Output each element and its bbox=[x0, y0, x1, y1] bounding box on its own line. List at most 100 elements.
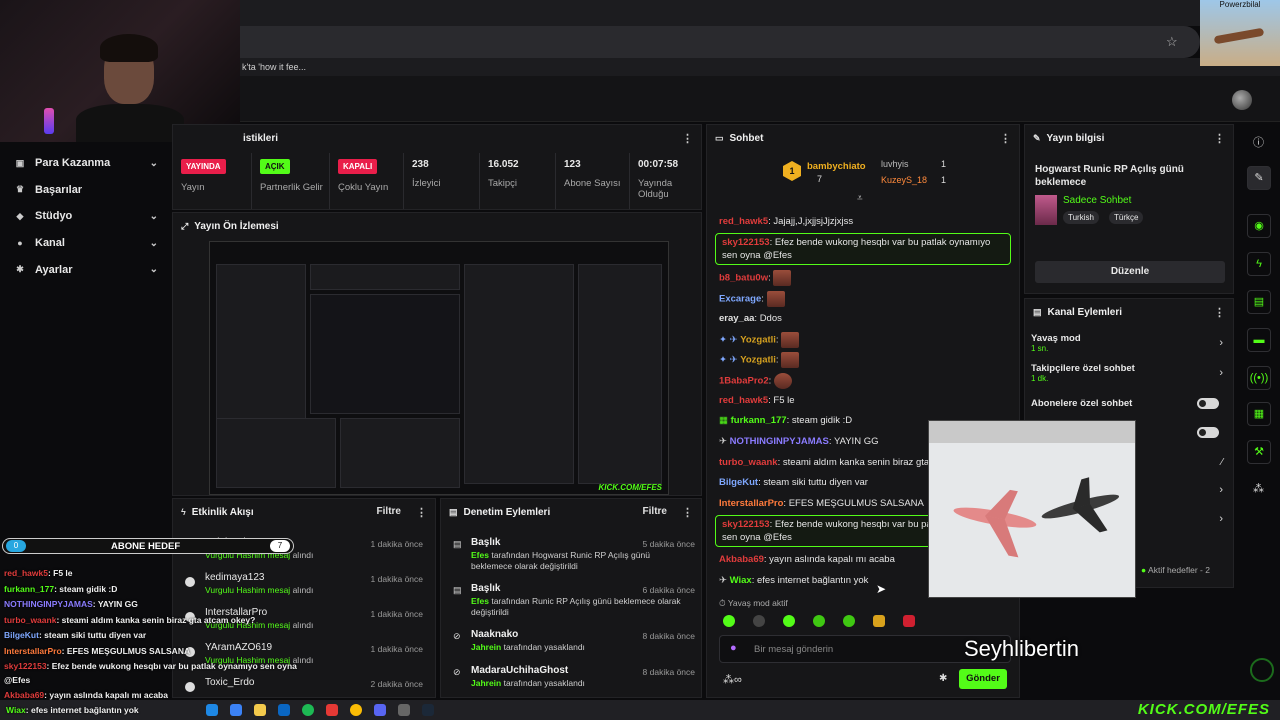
sidebar-item-studyo[interactable]: ◆ Stüdyo ⌄ bbox=[0, 203, 170, 230]
activity-time: 1 dakika önce bbox=[370, 539, 423, 549]
overlay-line: Akbaba69: yayın aslında kapalı mı acaba bbox=[4, 690, 168, 700]
stat-value: 00:07:58 bbox=[638, 159, 679, 170]
emote-button[interactable] bbox=[813, 615, 825, 627]
sidebar-item-para-kazanma[interactable]: ▣ Para Kazanma ⌄ bbox=[0, 150, 170, 177]
wrench-icon[interactable]: ⚒ bbox=[1247, 440, 1271, 464]
bookmark-link[interactable]: k'ta 'how it fee... bbox=[242, 62, 306, 72]
leader-name[interactable]: bambychiato bbox=[807, 161, 866, 172]
stat-label: Yayında Olduğu bbox=[638, 178, 673, 200]
steam-icon[interactable] bbox=[422, 704, 434, 716]
emote-button[interactable] bbox=[783, 615, 795, 627]
corner-cam: Powerzbilal bbox=[1200, 0, 1280, 66]
filter-button[interactable]: Filtre bbox=[377, 506, 401, 517]
moderation-desc: Efes tarafından Runic RP Açılış günü bek… bbox=[471, 596, 681, 617]
active-goals[interactable]: ● Aktif hedefler - 2 bbox=[1141, 565, 1210, 575]
stream-preview-video[interactable]: KICK.COM/EFES bbox=[209, 241, 669, 495]
mic-icon[interactable]: ● bbox=[730, 642, 737, 654]
chart-icon[interactable]: ⁄ bbox=[1221, 457, 1223, 468]
collapse-icon[interactable]: ⩡ bbox=[857, 193, 863, 204]
send-button[interactable]: Gönder bbox=[959, 669, 1007, 689]
toggle-switch[interactable] bbox=[1197, 398, 1219, 409]
corner-cam-label: Powerzbilal bbox=[1219, 0, 1261, 9]
outlook-icon[interactable] bbox=[278, 704, 290, 716]
emote bbox=[781, 332, 800, 348]
stat-abone: 123 Abone Sayısı bbox=[555, 153, 627, 209]
folder-icon[interactable] bbox=[254, 704, 266, 716]
sidebar-item-kanal[interactable]: ● Kanal ⌄ bbox=[0, 230, 170, 257]
more-icon[interactable]: ⋮ bbox=[416, 506, 427, 519]
infinity-icon[interactable]: ⁂∞ bbox=[723, 673, 742, 686]
chat-icon[interactable]: ▬ bbox=[1247, 328, 1271, 352]
sidebar-item-basarilar[interactable]: ♛ Başarılar bbox=[0, 177, 170, 204]
app-icon[interactable] bbox=[326, 704, 338, 716]
broadcast-icon[interactable]: ((•)) bbox=[1247, 366, 1271, 390]
chevron-down-icon: ⌄ bbox=[149, 237, 158, 249]
app-icon[interactable] bbox=[230, 704, 242, 716]
more-icon[interactable]: ⋮ bbox=[682, 506, 693, 519]
activity-time: 2 dakika önce bbox=[370, 679, 423, 689]
panel-title: Yayın Ön İzlemesi bbox=[194, 220, 279, 232]
app-icon[interactable] bbox=[398, 704, 410, 716]
moderation-row: ⊘ Naaknako Jahrein tarafından yasaklandı 8 … bbox=[449, 629, 697, 659]
stat-value: 238 bbox=[412, 159, 429, 170]
more-icon[interactable]: ⋮ bbox=[1214, 306, 1225, 319]
sub-badge-icon: ▦ bbox=[719, 415, 728, 426]
sub-goal-current: 0 bbox=[6, 540, 26, 552]
star-icon[interactable]: ☆ bbox=[1166, 34, 1178, 50]
tag-chip[interactable]: Turkish bbox=[1063, 211, 1099, 224]
overlay-line: red_hawk5: F5 le bbox=[4, 568, 73, 578]
channel-action-slow-mode[interactable]: Yavaş mod 1 sn. › bbox=[1031, 333, 1227, 359]
corner-cam-figure bbox=[1213, 27, 1265, 45]
spotify-icon[interactable] bbox=[302, 704, 314, 716]
apps-icon[interactable]: ⁂ bbox=[1253, 482, 1264, 495]
emote-button[interactable] bbox=[873, 615, 885, 627]
more-icon[interactable]: ⋮ bbox=[682, 132, 693, 145]
moderation-row: ▤ Başlık Efes tarafından Runic RP Açılış g… bbox=[449, 583, 697, 621]
leader-count: 7 bbox=[817, 174, 823, 184]
discord-icon[interactable] bbox=[374, 704, 386, 716]
list-icon: ▤ bbox=[1033, 306, 1042, 317]
camera-icon[interactable]: ◉ bbox=[1247, 214, 1271, 238]
sidebar-item-ayarlar[interactable]: ✱ Ayarlar ⌄ bbox=[0, 256, 170, 283]
moderation-desc: Jahrein tarafından yasaklandı bbox=[471, 642, 585, 652]
toggle-switch[interactable] bbox=[1197, 427, 1219, 438]
avatar[interactable] bbox=[1232, 90, 1252, 110]
document-icon[interactable]: ▤ bbox=[1247, 290, 1271, 314]
channel-action-followers[interactable]: Takipçilere özel sohbet 1 dk. › bbox=[1031, 363, 1227, 389]
chrome-icon[interactable] bbox=[350, 704, 362, 716]
info-icon[interactable]: ⓘ bbox=[1253, 134, 1264, 150]
sub-goal-label: ABONE HEDEF bbox=[111, 541, 181, 552]
leader-name[interactable]: KuzeyS_18 bbox=[881, 175, 927, 185]
stat-label: Partnerlik Gelir bbox=[260, 182, 323, 193]
edit-icon[interactable]: ✎ bbox=[1247, 166, 1271, 190]
leader-name[interactable]: luvhyis bbox=[881, 159, 909, 169]
emote-button[interactable] bbox=[903, 615, 915, 627]
gear-icon[interactable]: ✱ bbox=[939, 673, 947, 684]
sidebar-item-label: Kanal bbox=[35, 237, 65, 250]
bolt-icon[interactable]: ϟ bbox=[1247, 252, 1271, 276]
more-icon[interactable]: ⋮ bbox=[1000, 132, 1011, 145]
chevron-right-icon[interactable]: › bbox=[1219, 513, 1223, 525]
emote-button[interactable] bbox=[723, 615, 735, 627]
address-bar[interactable] bbox=[180, 26, 1200, 58]
edit-button[interactable]: Düzenle bbox=[1035, 261, 1225, 283]
edge-icon[interactable] bbox=[206, 704, 218, 716]
stat-sure: 00:07:58 Yayında Olduğu bbox=[629, 153, 701, 209]
stat-label: Takipçi bbox=[488, 178, 518, 189]
tag-chip[interactable]: Türkçe bbox=[1109, 211, 1144, 224]
filter-button[interactable]: Filtre bbox=[643, 506, 667, 517]
list-icon[interactable]: ▦ bbox=[1247, 402, 1271, 426]
moderation-time: 8 dakika önce bbox=[642, 631, 695, 641]
verified-icon: ✦ ✈ bbox=[719, 354, 738, 366]
emote-button[interactable] bbox=[753, 615, 765, 627]
emote-button[interactable] bbox=[843, 615, 855, 627]
chat-message: red_hawk5: F5 le bbox=[719, 395, 795, 406]
panel-title: Sohbet bbox=[729, 132, 764, 144]
more-icon[interactable]: ⋮ bbox=[1214, 132, 1225, 145]
status-ring-icon bbox=[1250, 658, 1274, 682]
category-name[interactable]: Sadece Sohbet bbox=[1063, 195, 1131, 206]
overlay-line: Wiax: efes internet bağlantın yok bbox=[6, 705, 139, 715]
chevron-right-icon[interactable]: › bbox=[1219, 484, 1223, 496]
panel-header: ⤢ Yayın Ön İzlemesi bbox=[173, 213, 701, 239]
overlay-line: @Efes bbox=[4, 675, 31, 685]
